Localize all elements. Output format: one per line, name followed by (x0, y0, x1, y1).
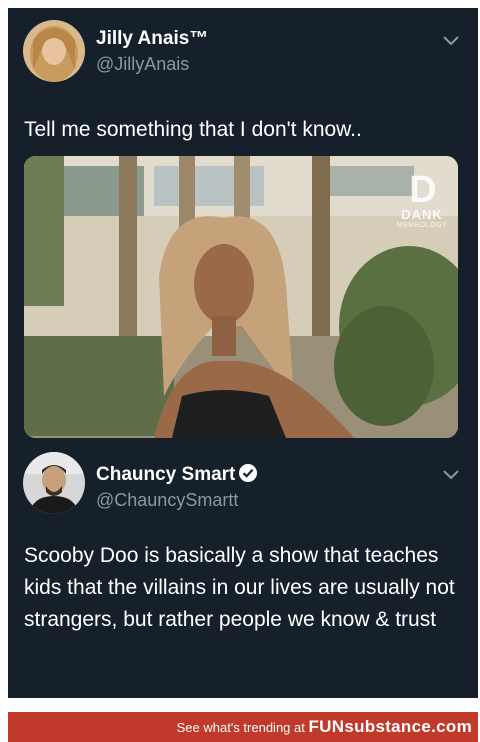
screenshot-frame: Jilly Anais™ @JillyAnais Tell me somethi… (8, 8, 478, 698)
watermark-logo: D (409, 169, 436, 211)
tweet1-author-name[interactable]: Jilly Anais™ (96, 28, 208, 50)
tweet-jilly[interactable]: Jilly Anais™ @JillyAnais Tell me somethi… (8, 8, 478, 448)
verified-badge-icon (239, 464, 258, 482)
tweet1-author-handle[interactable]: @JillyAnais (96, 54, 189, 75)
chevron-down-icon[interactable] (442, 34, 460, 48)
tweet1-photo[interactable]: D DANK MEMEOLOGY (24, 156, 458, 438)
watermark-line2: MEMEOLOGY (396, 222, 448, 229)
chevron-down-icon[interactable] (442, 468, 460, 482)
watermark-line1: DANK (401, 207, 443, 222)
footer-banner[interactable]: See what's trending at FUNsubstance.com (8, 712, 478, 742)
tweet-chauncy[interactable]: Chauncy Smart @ChauncySmartt Scooby Doo … (8, 448, 478, 698)
tweet1-text: Tell me something that I don't know.. (24, 118, 362, 141)
tweet2-author-name[interactable]: Chauncy Smart (96, 464, 235, 485)
footer-brand[interactable]: FUNsubstance.com (308, 717, 472, 736)
tweet2-author-handle[interactable]: @ChauncySmartt (96, 490, 238, 511)
tweet2-author-name-wrap[interactable]: Chauncy Smart (96, 464, 258, 486)
watermark: D DANK MEMEOLOGY (392, 169, 452, 230)
tweet2-text: Scooby Doo is basically a show that teac… (24, 544, 455, 631)
footer-text[interactable]: See what's trending at FUNsubstance.com (177, 717, 472, 737)
avatar-chauncy[interactable] (23, 452, 85, 514)
avatar-jilly[interactable] (23, 20, 85, 82)
footer-prefix: See what's trending at (176, 720, 305, 735)
